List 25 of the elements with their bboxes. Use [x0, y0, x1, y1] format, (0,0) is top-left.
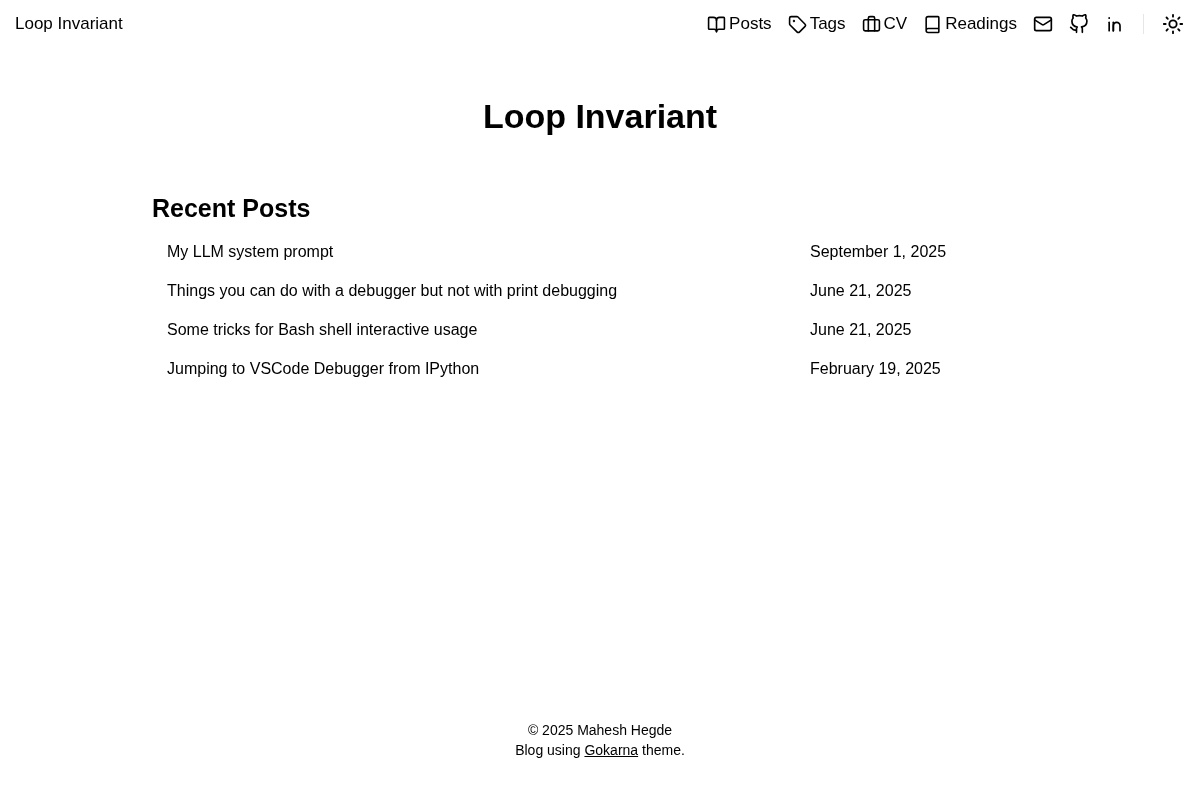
- section-title: Recent Posts: [152, 193, 312, 224]
- post-date: June 21, 2025: [810, 281, 912, 301]
- page-title: Loop Invariant: [481, 96, 719, 137]
- post-link[interactable]: Things you can do with a debugger but not with print debugging: [167, 279, 618, 303]
- post-link[interactable]: Some tricks for Bash shell interactive usage: [167, 318, 478, 342]
- post-date: June 21, 2025: [810, 320, 912, 340]
- theme-link[interactable]: Gokarna: [584, 742, 639, 758]
- nav-link[interactable]: Readings: [923, 14, 1017, 34]
- post-date: February 19, 2025: [810, 359, 941, 379]
- nav-link[interactable]: CV: [861, 14, 908, 34]
- open-book-icon: [707, 14, 727, 34]
- theme-credit-text: Blog using Gokarna theme.: [515, 741, 685, 760]
- github-icon[interactable]: [1069, 14, 1089, 34]
- briefcase-icon: [861, 14, 881, 34]
- mail-icon[interactable]: [1033, 14, 1053, 34]
- site-title-link[interactable]: Loop Invariant: [15, 14, 123, 34]
- nav-link[interactable]: Tags: [787, 14, 846, 34]
- post-link[interactable]: My LLM system prompt: [167, 240, 334, 264]
- post-link[interactable]: Jumping to VSCode Debugger from IPython: [167, 357, 480, 381]
- post-date: September 1, 2025: [810, 242, 947, 262]
- copyright-text: © 2025 Mahesh Hegde: [527, 721, 673, 740]
- book-icon: [923, 14, 943, 34]
- tag-icon: [787, 14, 807, 34]
- nav-link[interactable]: Posts: [707, 14, 772, 34]
- sun-icon[interactable]: [1162, 13, 1184, 35]
